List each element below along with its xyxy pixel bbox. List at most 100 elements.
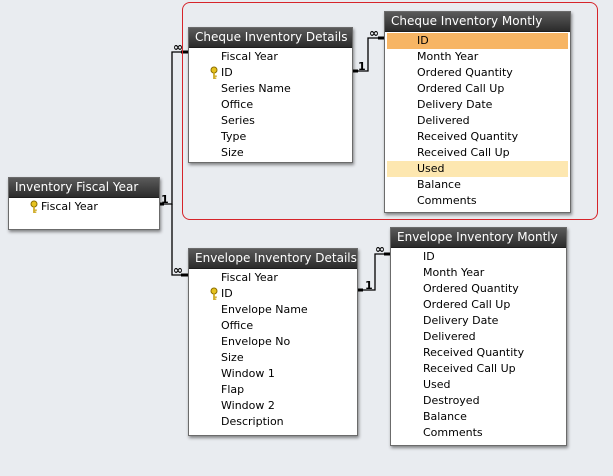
field-label: Envelope Name xyxy=(221,303,308,316)
field-ordered-call-up[interactable]: Ordered Call Up xyxy=(387,81,568,97)
field-label: Office xyxy=(221,98,254,111)
field-label: Comments xyxy=(423,426,483,439)
field-label: Delivery Date xyxy=(423,314,499,327)
field-label: Comments xyxy=(417,194,477,207)
table-title[interactable]: Envelope Inventory Montly xyxy=(391,228,566,248)
field-label: Fiscal Year xyxy=(41,200,98,213)
field-label: Received Quantity xyxy=(417,130,519,143)
cardinality-one-envelope-details: 1 xyxy=(365,279,373,292)
table-envelope-inventory-montly[interactable]: Envelope Inventory Montly ID Month Year … xyxy=(390,227,567,446)
field-label: Ordered Quantity xyxy=(423,282,519,295)
field-id[interactable]: ID xyxy=(191,286,355,302)
field-label: ID xyxy=(221,66,233,79)
field-series[interactable]: Series xyxy=(191,113,350,129)
field-comments[interactable]: Comments xyxy=(387,193,568,209)
field-label: Used xyxy=(417,162,445,175)
field-label: Delivery Date xyxy=(417,98,493,111)
field-ordered-call-up[interactable]: Ordered Call Up xyxy=(393,297,564,313)
cardinality-many-envelope-monthly: ∞ xyxy=(375,242,385,256)
field-received-call-up[interactable]: Received Call Up xyxy=(393,361,564,377)
field-label: Balance xyxy=(423,410,467,423)
field-destroyed[interactable]: Destroyed xyxy=(393,393,564,409)
cardinality-many-cheque-monthly: ∞ xyxy=(369,26,379,40)
table-title[interactable]: Envelope Inventory Details xyxy=(189,249,357,269)
field-ordered-quantity[interactable]: Ordered Quantity xyxy=(393,281,564,297)
field-envelope-name[interactable]: Envelope Name xyxy=(191,302,355,318)
field-label: Used xyxy=(423,378,451,391)
field-size[interactable]: Size xyxy=(191,145,350,161)
field-delivery-date[interactable]: Delivery Date xyxy=(393,313,564,329)
field-fiscal-year[interactable]: Fiscal Year xyxy=(11,199,157,215)
field-fiscal-year[interactable]: Fiscal Year xyxy=(191,49,350,65)
field-id[interactable]: ID xyxy=(393,249,564,265)
field-received-quantity[interactable]: Received Quantity xyxy=(387,129,568,145)
table-cheque-inventory-details[interactable]: Cheque Inventory Details Fiscal Year ID … xyxy=(188,27,353,163)
field-label: Ordered Quantity xyxy=(417,66,513,79)
field-label: Envelope No xyxy=(221,335,291,348)
field-office[interactable]: Office xyxy=(191,97,350,113)
field-label: Ordered Call Up xyxy=(417,82,505,95)
cardinality-many-envelope-details: ∞ xyxy=(173,263,183,277)
field-delivered[interactable]: Delivered xyxy=(387,113,568,129)
table-title[interactable]: Cheque Inventory Details xyxy=(189,28,352,48)
field-label: Received Call Up xyxy=(423,362,516,375)
table-title[interactable]: Inventory Fiscal Year xyxy=(9,178,159,198)
field-window-1[interactable]: Window 1 xyxy=(191,366,355,382)
field-label: Size xyxy=(221,146,244,159)
field-label: Series Name xyxy=(221,82,291,95)
field-size[interactable]: Size xyxy=(191,350,355,366)
table-envelope-inventory-details[interactable]: Envelope Inventory Details Fiscal Year I… xyxy=(188,248,358,436)
field-label: Size xyxy=(221,351,244,364)
field-label: Fiscal Year xyxy=(221,50,278,63)
field-type[interactable]: Type xyxy=(191,129,350,145)
key-icon xyxy=(210,66,218,79)
field-balance[interactable]: Balance xyxy=(387,177,568,193)
field-envelope-no[interactable]: Envelope No xyxy=(191,334,355,350)
field-label: Flap xyxy=(221,383,245,396)
table-inventory-fiscal-year[interactable]: Inventory Fiscal Year Fiscal Year xyxy=(8,177,160,230)
table-title[interactable]: Cheque Inventory Montly xyxy=(385,12,570,32)
field-comments[interactable]: Comments xyxy=(393,425,564,441)
field-label: Delivered xyxy=(417,114,470,127)
key-icon xyxy=(30,200,38,213)
field-label: Received Quantity xyxy=(423,346,525,359)
field-label: Delivered xyxy=(423,330,476,343)
field-label: Month Year xyxy=(423,266,485,279)
field-balance[interactable]: Balance xyxy=(393,409,564,425)
field-label: Balance xyxy=(417,178,461,191)
field-month-year[interactable]: Month Year xyxy=(387,49,568,65)
field-label: ID xyxy=(417,34,429,47)
field-received-call-up[interactable]: Received Call Up xyxy=(387,145,568,161)
field-used[interactable]: Used xyxy=(393,377,564,393)
field-id[interactable]: ID xyxy=(191,65,350,81)
cardinality-one-fiscal: 1 xyxy=(161,193,169,206)
cardinality-many-cheque-details: ∞ xyxy=(173,40,183,54)
table-cheque-inventory-montly[interactable]: Cheque Inventory Montly ID Month Year Or… xyxy=(384,11,571,213)
field-label: Received Call Up xyxy=(417,146,510,159)
field-office[interactable]: Office xyxy=(191,318,355,334)
field-fiscal-year[interactable]: Fiscal Year xyxy=(191,270,355,286)
field-used[interactable]: Used xyxy=(387,161,568,177)
cardinality-one-cheque-details: 1 xyxy=(358,60,366,73)
field-received-quantity[interactable]: Received Quantity xyxy=(393,345,564,361)
field-label: Series xyxy=(221,114,255,127)
field-label: Month Year xyxy=(417,50,479,63)
relationship-line-envelope-monthly xyxy=(357,253,390,291)
field-series-name[interactable]: Series Name xyxy=(191,81,350,97)
field-delivery-date[interactable]: Delivery Date xyxy=(387,97,568,113)
field-label: Ordered Call Up xyxy=(423,298,511,311)
field-label: ID xyxy=(423,250,435,263)
field-id[interactable]: ID xyxy=(387,33,568,49)
field-label: Destroyed xyxy=(423,394,480,407)
field-label: Type xyxy=(221,130,247,143)
field-delivered[interactable]: Delivered xyxy=(393,329,564,345)
field-flap[interactable]: Flap xyxy=(191,382,355,398)
field-month-year[interactable]: Month Year xyxy=(393,265,564,281)
field-description[interactable]: Description xyxy=(191,414,355,430)
field-label: Window 2 xyxy=(221,399,275,412)
field-window-2[interactable]: Window 2 xyxy=(191,398,355,414)
field-label: Description xyxy=(221,415,284,428)
field-label: Fiscal Year xyxy=(221,271,278,284)
field-ordered-quantity[interactable]: Ordered Quantity xyxy=(387,65,568,81)
field-label: Window 1 xyxy=(221,367,275,380)
